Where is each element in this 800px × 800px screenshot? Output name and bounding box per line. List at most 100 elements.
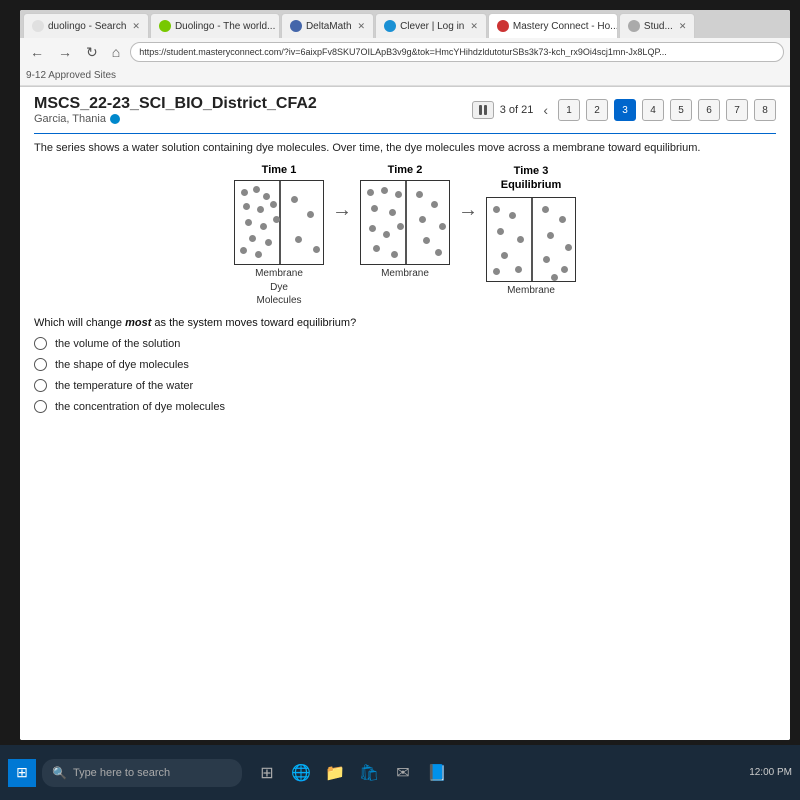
dot <box>509 212 516 219</box>
taskbar-icon-edge[interactable]: 🌐 <box>286 758 316 788</box>
membrane-line-3 <box>531 198 533 281</box>
membrane-label-2: Membrane <box>381 268 429 279</box>
q-num-2[interactable]: 2 <box>586 99 608 121</box>
q-num-4[interactable]: 4 <box>642 99 664 121</box>
tab-bar: duolingo - Search ✕ Duolingo - The world… <box>20 10 790 38</box>
tab-clever[interactable]: Clever | Log in ✕ <box>375 13 487 38</box>
start-button[interactable]: ⊞ <box>8 759 36 787</box>
dot <box>257 206 264 213</box>
home-button[interactable]: ⌂ <box>108 42 124 62</box>
taskbar-icon-folder[interactable]: 📁 <box>320 758 350 788</box>
tab-deltamath[interactable]: DeltaMath ✕ <box>281 13 374 38</box>
tab-duolingo-search[interactable]: duolingo - Search ✕ <box>23 13 149 38</box>
pause-button[interactable] <box>472 101 494 119</box>
dot <box>291 196 298 203</box>
dot <box>389 209 396 216</box>
dot <box>542 206 549 213</box>
tab-close-3[interactable]: ✕ <box>358 21 366 32</box>
refresh-button[interactable]: ↻ <box>82 42 102 63</box>
q-num-8[interactable]: 8 <box>754 99 776 121</box>
q-num-3[interactable]: 3 <box>614 99 636 121</box>
answer-option-1[interactable]: the volume of the solution <box>34 337 776 350</box>
question-count: 3 of 21 <box>500 104 534 116</box>
q-num-7[interactable]: 7 <box>726 99 748 121</box>
radio-4[interactable] <box>34 400 47 413</box>
search-placeholder: Type here to search <box>73 767 170 779</box>
tab-icon-6 <box>628 20 640 32</box>
page-header-row: MSCS_22-23_SCI_BIO_District_CFA2 Garcia,… <box>34 95 776 125</box>
tab-stud[interactable]: Stud... ✕ <box>619 13 695 38</box>
tray-icons: 12:00 PM <box>749 767 792 778</box>
page-title: MSCS_22-23_SCI_BIO_District_CFA2 <box>34 95 317 113</box>
question-nav-area: 3 of 21 ‹ 1 2 3 4 5 6 7 8 <box>472 99 776 121</box>
radio-2[interactable] <box>34 358 47 371</box>
user-status-dot <box>110 114 120 124</box>
tab-mastery[interactable]: Mastery Connect - Ho... ✕ <box>488 13 618 38</box>
taskbar-icon-teams[interactable]: 📘 <box>422 758 452 788</box>
dot <box>265 239 272 246</box>
taskbar-icon-mail[interactable]: ✉ <box>388 758 418 788</box>
dot <box>313 246 320 253</box>
dot <box>493 268 500 275</box>
dot <box>373 245 380 252</box>
dot <box>241 189 248 196</box>
taskbar-icon-store[interactable]: 🛍 <box>354 758 384 788</box>
dot <box>565 244 572 251</box>
taskbar: ⊞ 🔍 Type here to search ⊞ 🌐 📁 🛍 ✉ 📘 12:0… <box>0 745 800 800</box>
dot <box>381 187 388 194</box>
windows-icon: ⊞ <box>16 764 28 781</box>
q-num-6[interactable]: 6 <box>698 99 720 121</box>
tab-icon-3 <box>290 20 302 32</box>
dot <box>255 251 262 258</box>
answer-label-2: the shape of dye molecules <box>55 359 189 371</box>
dot <box>497 228 504 235</box>
answer-option-3[interactable]: the temperature of the water <box>34 379 776 392</box>
dot <box>383 231 390 238</box>
dot <box>439 223 446 230</box>
pause-bar-right <box>484 105 487 115</box>
dot <box>517 236 524 243</box>
answer-option-4[interactable]: the concentration of dye molecules <box>34 400 776 413</box>
dot <box>307 211 314 218</box>
time1-label: Time 1 <box>262 164 297 176</box>
dot <box>501 252 508 259</box>
radio-3[interactable] <box>34 379 47 392</box>
dot <box>435 249 442 256</box>
membrane-label-1: Membrane <box>255 268 303 279</box>
teams-icon: 📘 <box>427 763 447 783</box>
back-button[interactable]: ← <box>26 42 48 62</box>
address-bar: ← → ↻ ⌂ <box>20 38 790 66</box>
dot <box>253 186 260 193</box>
tab-close-6[interactable]: ✕ <box>679 21 687 32</box>
tab-label-4: Clever | Log in <box>400 21 464 32</box>
bookmark-item[interactable]: 9-12 Approved Sites <box>26 70 116 81</box>
dot <box>493 206 500 213</box>
q-num-5[interactable]: 5 <box>670 99 692 121</box>
radio-1[interactable] <box>34 337 47 350</box>
tab-label-5: Mastery Connect - Ho... <box>513 21 618 32</box>
answer-label-4: the concentration of dye molecules <box>55 401 225 413</box>
store-icon: 🛍 <box>359 763 379 783</box>
tab-close-4[interactable]: ✕ <box>470 21 478 32</box>
tab-close-1[interactable]: ✕ <box>132 21 140 32</box>
prev-question-arrow[interactable]: ‹ <box>539 102 552 118</box>
tab-label-2: Duolingo - The world... <box>175 21 275 32</box>
q-num-1[interactable]: 1 <box>558 99 580 121</box>
dot <box>561 266 568 273</box>
address-input[interactable] <box>130 42 784 62</box>
forward-button[interactable]: → <box>54 42 76 62</box>
diagram-time3: Time 3Equilibrium <box>486 164 576 296</box>
monitor-screen: duolingo - Search ✕ Duolingo - The world… <box>20 10 790 740</box>
dot <box>515 266 522 273</box>
dot <box>260 223 267 230</box>
dot <box>371 205 378 212</box>
dot <box>367 189 374 196</box>
dye-label-1: Dye Molecules <box>256 281 301 307</box>
dot <box>559 216 566 223</box>
taskbar-search[interactable]: 🔍 Type here to search <box>42 759 242 787</box>
dot <box>369 225 376 232</box>
answer-option-2[interactable]: the shape of dye molecules <box>34 358 776 371</box>
tab-duolingo[interactable]: Duolingo - The world... ✕ <box>150 13 280 38</box>
taskbar-icon-grid[interactable]: ⊞ <box>252 758 282 788</box>
answer-label-3: the temperature of the water <box>55 380 193 392</box>
